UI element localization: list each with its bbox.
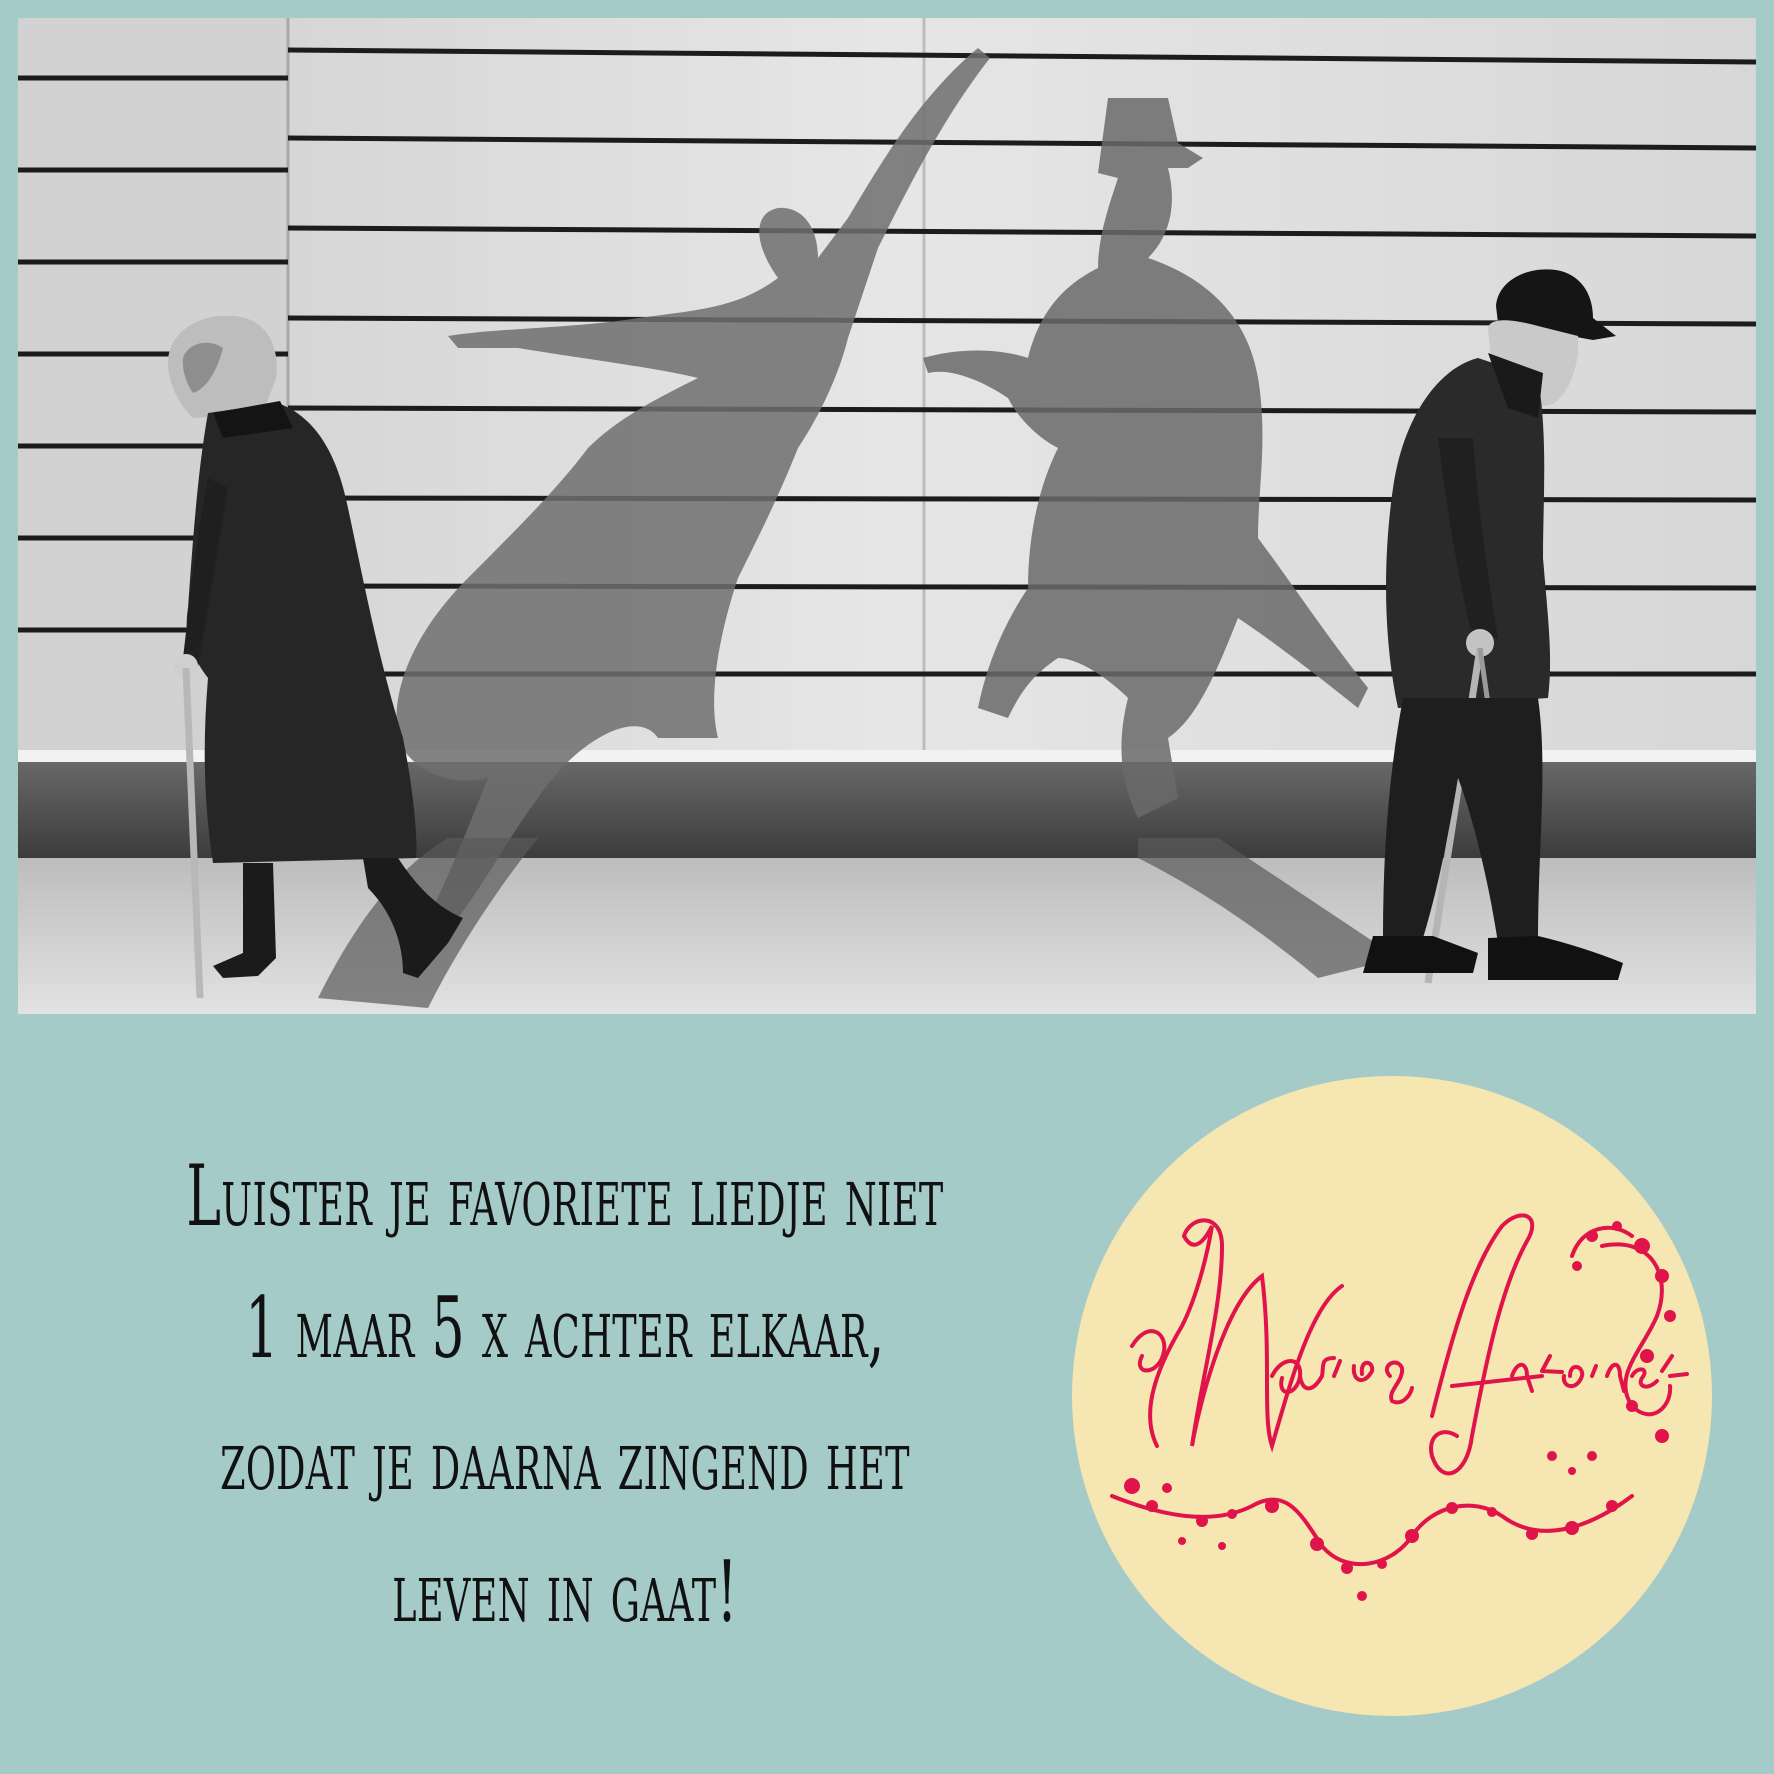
street-photo xyxy=(18,18,1756,1014)
logo-flourish-icon xyxy=(1110,1213,1689,1601)
quote-line-4: leven in gaat! xyxy=(392,1543,738,1641)
quote-line-3: zodat je daarna zingend het xyxy=(220,1411,910,1509)
poster: Luister je favoriete liedje niet 1 maar … xyxy=(0,0,1774,1774)
logo-text: Marie & Antoinette xyxy=(1072,1076,1073,1077)
quote-line-1: Luister je favoriete liedje niet xyxy=(186,1147,944,1245)
quote-text: Luister je favoriete liedje niet 1 maar … xyxy=(20,1130,1110,1690)
brand-logo: Marie & Antoinette xyxy=(1072,1076,1712,1716)
photo-panel xyxy=(18,18,1756,1014)
quote-line-2: 1 maar 5 x achter elkaar, xyxy=(245,1279,885,1377)
